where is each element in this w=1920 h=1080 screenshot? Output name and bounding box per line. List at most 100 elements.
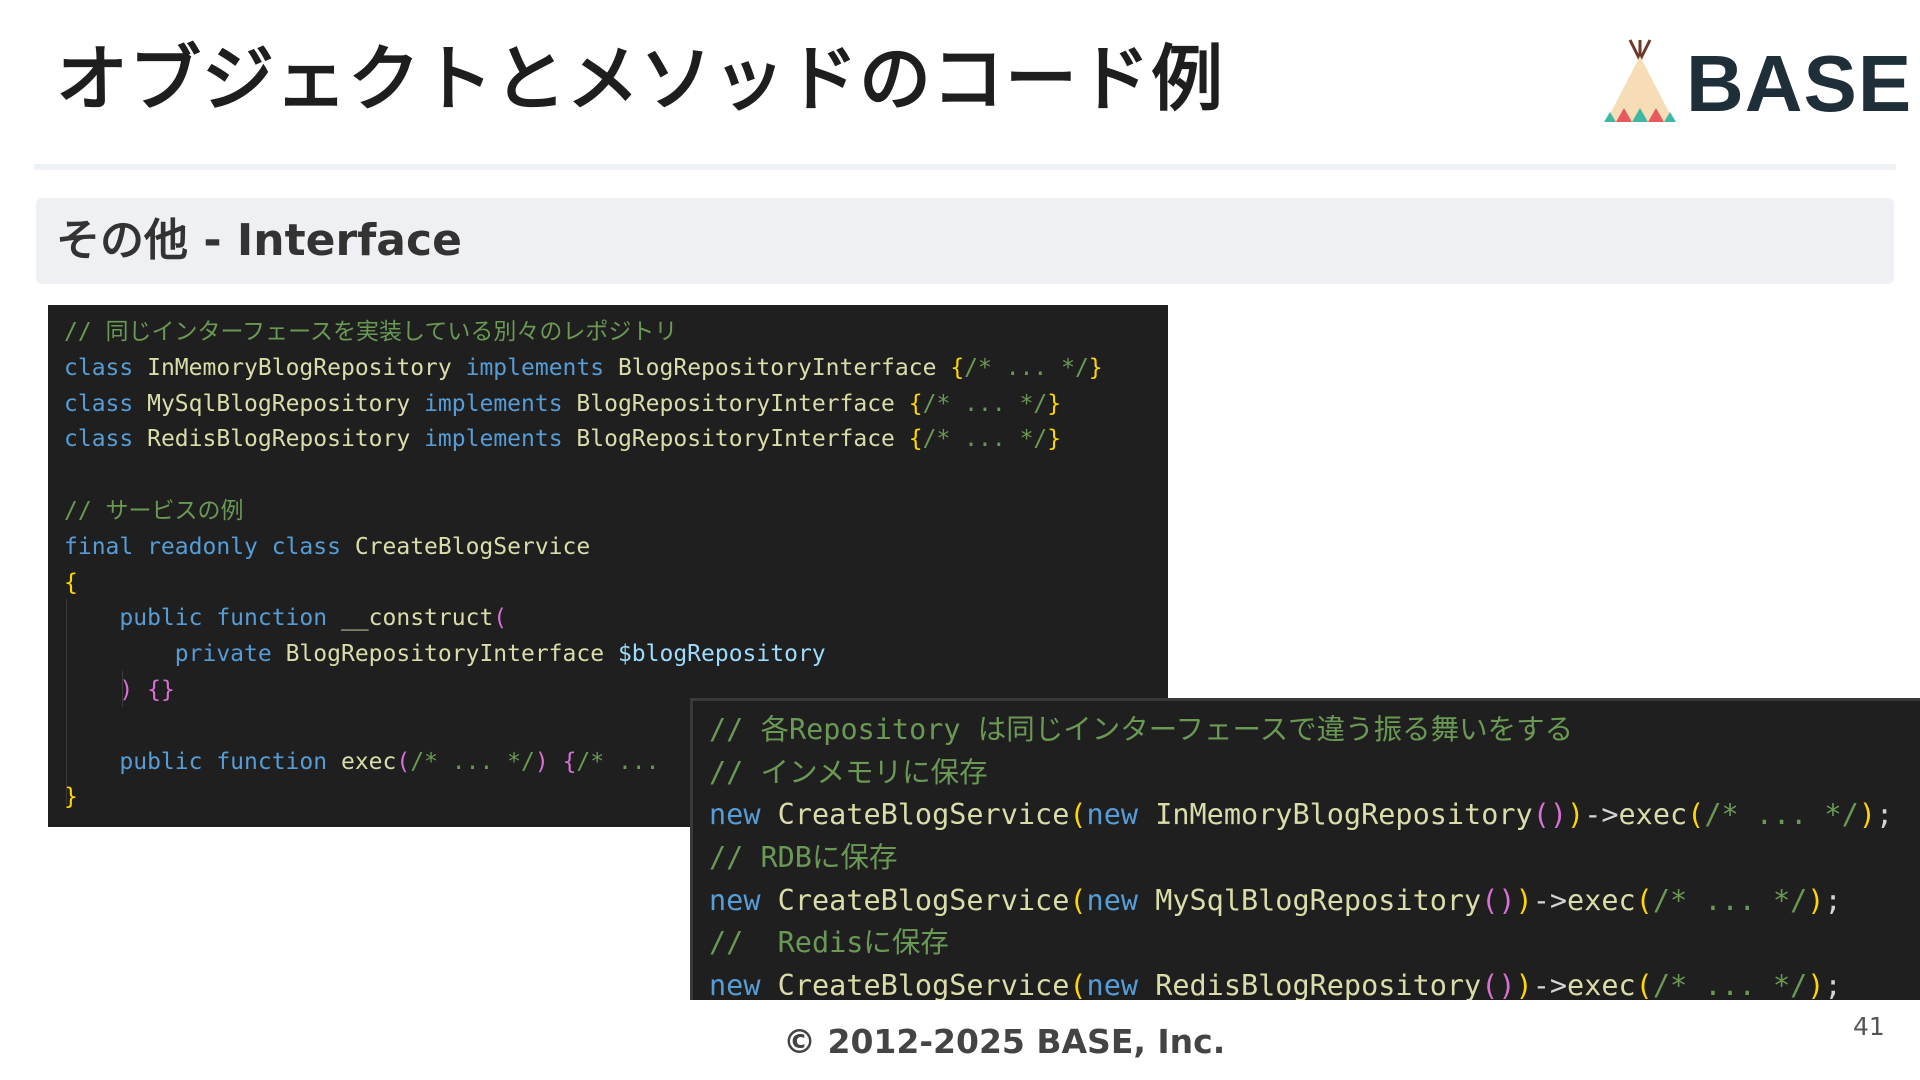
code-token: ( [493, 605, 508, 632]
code-token: CreateBlogService [777, 883, 1070, 917]
code-token: { [562, 748, 577, 775]
code-token: -> [1584, 798, 1619, 832]
code-token: BlogRepositoryInterface [576, 426, 895, 453]
code-line: private BlogRepositoryInterface $blogRep… [64, 637, 1168, 673]
code-line: { [64, 566, 1168, 602]
code-token: // インメモリに保存 [709, 755, 988, 789]
code-token: ) [1515, 883, 1533, 917]
code-token: MySqlBlogRepository [1155, 883, 1482, 917]
code-token: exec [1618, 798, 1688, 832]
code-token: CreateBlogService [354, 533, 591, 560]
section-title: その他 - Interface [56, 215, 462, 266]
code-token: InMemoryBlogRepository [1155, 798, 1533, 832]
code-token: -> [1532, 969, 1568, 1000]
base-logo: BASE [1600, 38, 1911, 128]
code-token: /* ... [576, 748, 660, 775]
code-token: class [64, 354, 134, 381]
code-token: private [174, 641, 272, 668]
code-token: exec [340, 748, 397, 775]
code-token: RedisBlogRepository [1155, 969, 1482, 1000]
code-token: /* ... */ [1652, 969, 1808, 1000]
indent-guide [66, 599, 67, 804]
page-number: 41 [1853, 1012, 1885, 1041]
code-token: // サービスの例 [64, 497, 244, 524]
tent-logo-icon [1604, 39, 1676, 122]
code-token: new [709, 883, 761, 917]
code-token: // Redisに保存 [709, 926, 949, 960]
code-line: // サービスの例 [64, 494, 1168, 530]
code-token: ( [1687, 798, 1705, 832]
code-block-usage-example: // 各Repository は同じインターフェースで違う振る舞いをする // イ… [690, 698, 1920, 1000]
code-token: public function [119, 748, 328, 775]
code-token: ) [1807, 883, 1825, 917]
code-token: /* ... */ [922, 426, 1048, 453]
code-line: // 同じインターフェースを実装している別々のレポジトリ [64, 315, 1168, 351]
code-token: ( [396, 748, 411, 775]
code-token: ( [1069, 883, 1087, 917]
code-token: () [1532, 798, 1568, 832]
code-token: $blogRepository [617, 641, 826, 668]
code-line: // RDBに保存 [709, 837, 1920, 880]
code-token: class [64, 390, 134, 417]
title-divider [34, 164, 1896, 170]
indent-guide [122, 671, 123, 707]
code-line: new CreateBlogService(new InMemoryBlogRe… [709, 794, 1920, 837]
code-token: implements [465, 354, 605, 381]
code-token: /* ... */ [1652, 883, 1808, 917]
code-line: final readonly class CreateBlogService [64, 530, 1168, 566]
code-token: /* ... */ [410, 748, 535, 775]
code-line: new CreateBlogService(new MySqlBlogRepos… [709, 880, 1920, 923]
code-token: } [1047, 426, 1062, 453]
code-token: CreateBlogService [777, 798, 1070, 832]
code-token: implements [424, 426, 563, 453]
code-token: exec [1567, 969, 1636, 1000]
code-token: InMemoryBlogRepository [147, 354, 452, 381]
code-token: /* ... */ [922, 390, 1048, 417]
code-token: () [1481, 883, 1516, 917]
code-token: ( [1069, 969, 1087, 1000]
code-token: -> [1532, 883, 1568, 917]
code-token: CreateBlogService [777, 969, 1070, 1000]
code-token: ; [1824, 969, 1842, 1000]
code-token: ; [1824, 883, 1842, 917]
code-token: __construct [340, 605, 494, 632]
code-token: { [908, 426, 923, 453]
code-token: } [1047, 390, 1062, 417]
code-token: /* ... */ [964, 354, 1089, 381]
code-token: new [1086, 883, 1139, 917]
code-line: // インメモリに保存 [709, 752, 1920, 795]
code-line: public function __construct( [64, 601, 1168, 637]
code-token: BlogRepositoryInterface [285, 641, 605, 668]
code-line: // Redisに保存 [709, 922, 1920, 965]
code-token: final readonly class [64, 533, 341, 560]
code-line: class RedisBlogRepository implements Blo… [64, 422, 1168, 458]
code-token: /* ... */ [1704, 798, 1859, 832]
code-token: exec [1567, 883, 1636, 917]
code-token: new [709, 798, 761, 832]
code-line: // 各Repository は同じインターフェースで違う振る舞いをする [709, 709, 1920, 752]
code-token: ) [1515, 969, 1533, 1000]
code-token: implements [424, 390, 563, 417]
